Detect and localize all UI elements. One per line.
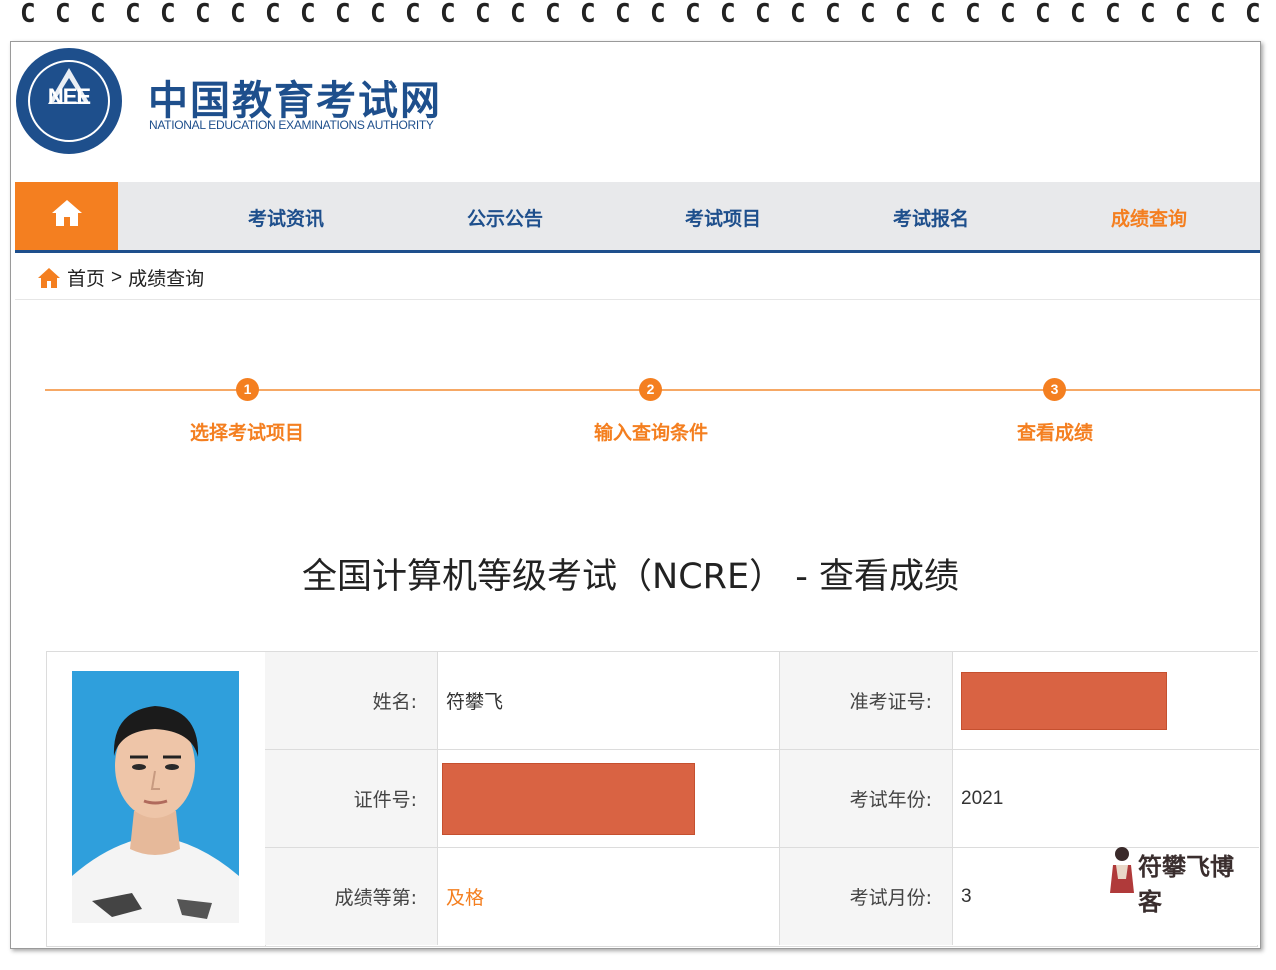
spiral-ring: C	[440, 0, 456, 29]
nav-item-announcements[interactable]: 公示公告	[467, 204, 543, 231]
breadcrumb-home-link[interactable]: 首页	[67, 264, 105, 291]
result-row-2: 证件号: 考试年份: 2021	[265, 750, 1259, 848]
screenshot-frame: NEE 中国教育考试网 NATIONAL EDUCATION EXAMINATI…	[10, 41, 1261, 949]
spiral-ring: C	[685, 0, 701, 29]
spiral-ring: C	[615, 0, 631, 29]
breadcrumb-divider	[15, 299, 1260, 300]
result-row-1: 姓名: 符攀飞 准考证号:	[265, 652, 1259, 750]
spiral-ring: C	[230, 0, 246, 29]
spiral-ring: C	[405, 0, 421, 29]
spiral-binding: CCCCCCCCCCCCCCCCCCCCCCCCCCCCCCCCCCCC	[0, 0, 1276, 32]
spiral-ring: C	[1035, 0, 1051, 29]
blog-watermark: 符攀飞博客	[1108, 843, 1248, 916]
photo-cell	[47, 652, 266, 946]
breadcrumb-current: 成绩查询	[128, 268, 205, 290]
spiral-ring: C	[965, 0, 981, 29]
watermark-text: 符攀飞博客	[1138, 852, 1234, 916]
step-1-badge: 1	[236, 378, 259, 401]
spiral-ring: C	[125, 0, 141, 29]
exam-year-label: 考试年份:	[780, 750, 953, 847]
spiral-ring: C	[55, 0, 71, 29]
spiral-ring: C	[195, 0, 211, 29]
admission-number-cell	[953, 652, 1259, 749]
name-label: 姓名:	[265, 652, 438, 749]
id-number-redacted	[442, 762, 695, 835]
spiral-ring: C	[650, 0, 666, 29]
logo-text: NEE	[47, 84, 91, 109]
breadcrumb-separator: >	[111, 266, 123, 288]
home-icon	[52, 200, 82, 226]
step-3-badge: 3	[1043, 378, 1066, 401]
spiral-ring: C	[755, 0, 771, 29]
candidate-photo	[72, 671, 239, 923]
nav-item-score-query[interactable]: 成绩查询	[1111, 204, 1187, 231]
spiral-ring: C	[860, 0, 876, 29]
spiral-ring: C	[335, 0, 351, 29]
breadcrumb: 首页 > 成绩查询	[37, 264, 204, 291]
step-3-label: 查看成绩	[1016, 422, 1094, 444]
spiral-ring: C	[930, 0, 946, 29]
grade-label: 成绩等第:	[265, 848, 438, 945]
nav-item-registration[interactable]: 考试报名	[893, 204, 969, 231]
spiral-ring: C	[1175, 0, 1191, 29]
spiral-ring: C	[1210, 0, 1226, 29]
page-title: 全国计算机等级考试（NCRE） - 查看成绩	[302, 557, 959, 597]
nav-item-exam-news[interactable]: 考试资讯	[248, 204, 324, 231]
spiral-ring: C	[265, 0, 281, 29]
spiral-ring: C	[370, 0, 386, 29]
name-value: 符攀飞	[438, 652, 780, 749]
spiral-ring: C	[580, 0, 596, 29]
spiral-ring: C	[1245, 0, 1261, 29]
spiral-ring: C	[825, 0, 841, 29]
spiral-ring: C	[1105, 0, 1121, 29]
portrait-illustration	[72, 671, 239, 923]
spiral-ring: C	[790, 0, 806, 29]
spiral-ring: C	[720, 0, 736, 29]
brand-subtitle: NATIONAL EDUCATION EXAMINATIONS AUTHORIT…	[149, 118, 434, 132]
id-number-label: 证件号:	[265, 750, 438, 847]
exam-month-label: 考试月份:	[780, 848, 953, 945]
step-2-label: 输入查询条件	[593, 422, 709, 444]
step-2-badge: 2	[639, 378, 662, 401]
spiral-ring: C	[895, 0, 911, 29]
score-result-table: 姓名: 符攀飞 准考证号: 证件号: 考试年份: 2021 成绩等第: 及格 考…	[46, 651, 1259, 947]
spiral-ring: C	[20, 0, 36, 29]
exam-year-value: 2021	[953, 750, 1259, 847]
spiral-ring: C	[1000, 0, 1016, 29]
spiral-ring: C	[1140, 0, 1156, 29]
id-number-cell	[438, 750, 780, 847]
spiral-ring: C	[90, 0, 106, 29]
step-1-label: 选择考试项目	[189, 422, 305, 444]
spiral-ring: C	[510, 0, 526, 29]
admission-number-label: 准考证号:	[780, 652, 953, 749]
spiral-ring: C	[545, 0, 561, 29]
spiral-ring: C	[160, 0, 176, 29]
nav-home-button[interactable]	[15, 182, 118, 250]
main-nav: 考试资讯 公示公告 考试项目 考试报名 成绩查询	[15, 182, 1260, 253]
spiral-ring: C	[475, 0, 491, 29]
nea-logo[interactable]: NEE	[16, 48, 122, 154]
home-icon	[38, 267, 60, 288]
spiral-ring: C	[300, 0, 316, 29]
admission-number-redacted	[961, 671, 1167, 730]
avatar-figure-icon	[1110, 847, 1134, 893]
grade-value: 及格	[438, 848, 780, 945]
spiral-ring: C	[1070, 0, 1086, 29]
nav-item-exam-projects[interactable]: 考试项目	[685, 204, 761, 231]
